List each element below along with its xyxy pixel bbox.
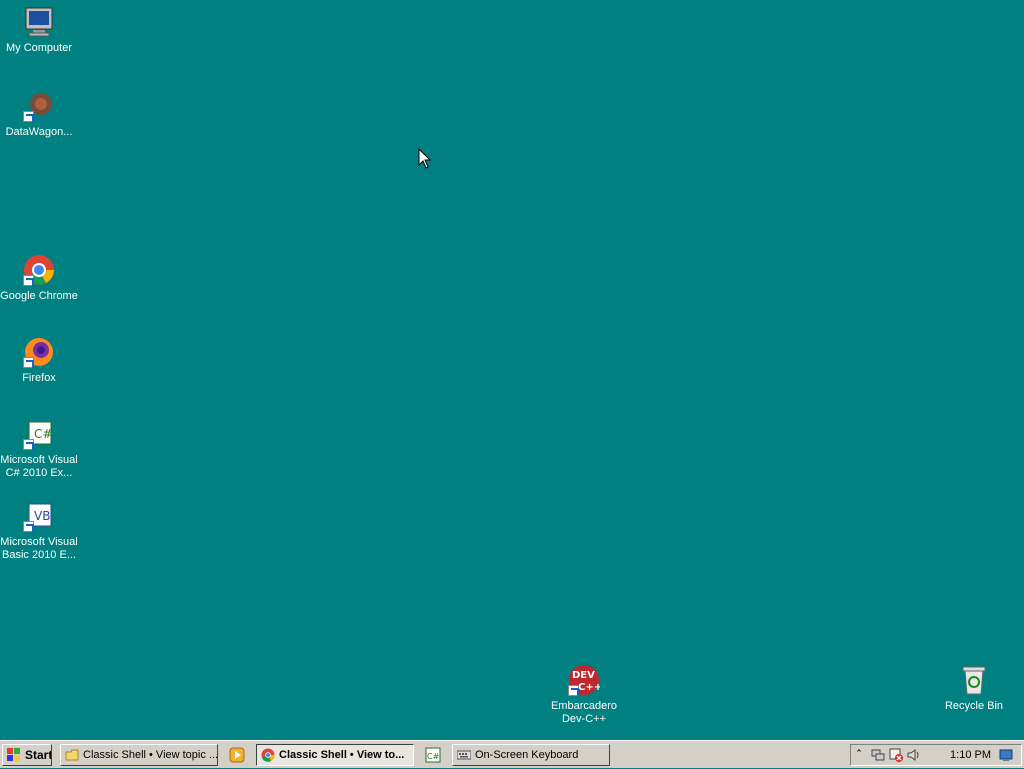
show-desktop-icon[interactable] (999, 748, 1013, 762)
chrome-icon (261, 748, 275, 762)
desktop-icon-firefox[interactable]: Firefox (0, 336, 78, 385)
desktop-icon-devcpp[interactable]: DEV C++ Embarcadero Dev-C++ (545, 664, 623, 726)
windows-logo-icon (7, 748, 21, 762)
svg-text:VB: VB (34, 509, 50, 523)
desktop-icon-label: My Computer (5, 42, 73, 54)
shortcut-arrow-icon (23, 111, 34, 122)
keyboard-icon (456, 748, 472, 762)
firefox-icon (23, 336, 55, 368)
desktop-icon-label: Embarcadero Dev-C++ (550, 700, 618, 725)
desktop-icon-datawagon[interactable]: DataWagon... (0, 90, 78, 139)
devcpp-icon: DEV C++ (568, 664, 602, 696)
shortcut-arrow-icon (568, 685, 579, 696)
desktop-icon-label: Google Chrome (0, 290, 78, 302)
desktop-icon-visual-basic[interactable]: VB Microsoft Visual Basic 2010 E... (0, 500, 78, 562)
svg-text:C++: C++ (578, 682, 600, 693)
security-alert-icon[interactable] (889, 748, 903, 762)
desktop-icon-label: DataWagon... (5, 126, 73, 138)
datawagon-icon (23, 90, 55, 122)
desktop-icon-visual-csharp[interactable]: C# Microsoft Visual C# 2010 Ex... (0, 418, 78, 480)
taskbar: Start Classic Shell • View topic ... Cla… (0, 740, 1024, 768)
visual-basic-icon: VB (23, 500, 55, 532)
desktop-icon-my-computer[interactable]: My Computer (0, 6, 78, 55)
mouse-cursor-icon (418, 148, 432, 169)
taskbar-button-label: On-Screen Keyboard (475, 749, 579, 761)
svg-text:C#: C# (427, 752, 440, 761)
quick-launch-media-icon[interactable] (228, 746, 246, 764)
computer-icon (23, 6, 55, 38)
recycle-bin-icon (958, 664, 990, 696)
taskbar-button-classic-shell-2[interactable]: Classic Shell • View to... (256, 744, 414, 766)
desktop-icon-google-chrome[interactable]: Google Chrome (0, 254, 78, 303)
taskbar-button-label: Classic Shell • View to... (279, 749, 405, 761)
network-icon[interactable] (871, 748, 885, 762)
system-tray: ˆ 1:10 PM (850, 744, 1022, 766)
volume-icon[interactable] (907, 748, 921, 762)
svg-text:C#: C# (34, 427, 52, 441)
show-hidden-icons-icon[interactable]: ˆ (857, 749, 861, 761)
shortcut-arrow-icon (23, 275, 34, 286)
chrome-icon (23, 254, 55, 286)
svg-text:DEV: DEV (572, 670, 595, 681)
shortcut-arrow-icon (23, 521, 34, 532)
shortcut-arrow-icon (23, 439, 34, 450)
folder-icon (65, 748, 79, 762)
start-button[interactable]: Start (2, 744, 52, 766)
desktop-icon-recycle-bin[interactable]: Recycle Bin (935, 664, 1013, 713)
desktop: My Computer DataWagon... Google Chrome F… (0, 0, 1024, 740)
taskbar-button-on-screen-keyboard[interactable]: On-Screen Keyboard (452, 744, 610, 766)
desktop-icon-label: Recycle Bin (944, 700, 1004, 712)
start-label: Start (25, 748, 52, 762)
taskbar-button-classic-shell-1[interactable]: Classic Shell • View topic ... (60, 744, 218, 766)
desktop-icon-label: Microsoft Visual Basic 2010 E... (0, 536, 78, 561)
visual-csharp-icon: C# (23, 418, 55, 450)
taskbar-button-label: Classic Shell • View topic ... (83, 749, 218, 761)
clock[interactable]: 1:10 PM (950, 749, 991, 761)
quick-launch-csharp-icon[interactable]: C# (424, 746, 442, 764)
desktop-icon-label: Firefox (22, 372, 56, 384)
shortcut-arrow-icon (23, 357, 34, 368)
desktop-icon-label: Microsoft Visual C# 2010 Ex... (0, 454, 78, 479)
